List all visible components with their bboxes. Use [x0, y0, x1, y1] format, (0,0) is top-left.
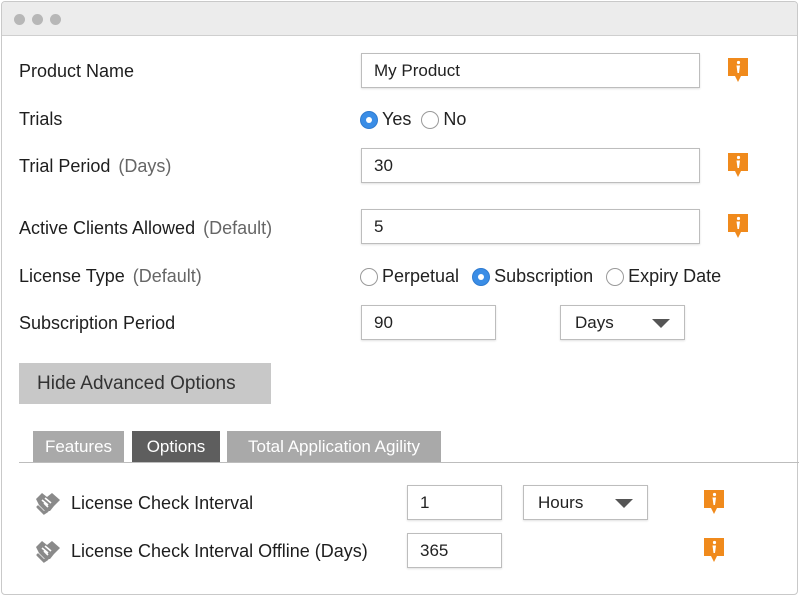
license-check-interval-input[interactable] [407, 485, 502, 520]
handshake-icon [36, 541, 60, 563]
info-icon[interactable] [727, 213, 749, 239]
license-check-interval-offline-label: License Check Interval Offline (Days) [71, 541, 368, 562]
chevron-down-icon [652, 319, 670, 328]
license-check-interval-offline-input[interactable] [407, 533, 502, 568]
radio-selected-icon [472, 267, 491, 286]
info-icon[interactable] [727, 152, 749, 178]
subscription-period-label-text: Subscription Period [19, 313, 176, 333]
radio-selected-icon [360, 110, 378, 129]
license-check-interval-unit-value: Hours [538, 492, 584, 512]
trials-radio-group: Yes No [360, 109, 466, 130]
active-clients-label: Active Clients Allowed (Default) [19, 218, 272, 239]
trials-yes-label: Yes [382, 109, 412, 129]
trial-period-label-text: Trial Period [19, 156, 111, 176]
info-icon[interactable] [703, 489, 725, 515]
active-clients-hint: (Default) [203, 218, 273, 238]
license-perpetual-label: Perpetual [382, 266, 460, 286]
license-expiry-radio[interactable]: Expiry Date [606, 266, 721, 287]
license-perpetual-radio[interactable]: Perpetual [360, 266, 459, 287]
tab-total-application-agility-label: Total Application Agility [248, 437, 420, 456]
product-name-input[interactable] [361, 53, 700, 88]
subscription-period-input[interactable] [361, 305, 496, 340]
license-type-label: License Type (Default) [19, 266, 202, 287]
trials-no-label: No [443, 109, 467, 129]
tab-features[interactable]: Features [33, 431, 124, 463]
license-check-interval-unit-select[interactable]: Hours [523, 485, 648, 520]
radio-unselected-icon [360, 267, 378, 286]
license-expiry-label: Expiry Date [628, 266, 722, 286]
license-check-interval-label: License Check Interval [71, 493, 253, 514]
handshake-icon [36, 493, 60, 515]
info-icon[interactable] [703, 537, 725, 563]
license-check-interval-label-text: License Check Interval [71, 493, 254, 513]
active-clients-input[interactable] [361, 209, 700, 244]
trials-no-radio[interactable]: No [421, 109, 466, 130]
active-clients-label-text: Active Clients Allowed [19, 218, 196, 238]
hide-advanced-options-button[interactable]: Hide Advanced Options [19, 363, 271, 404]
trial-period-label: Trial Period (Days) [19, 156, 171, 177]
title-bar [2, 2, 797, 36]
trial-period-input[interactable] [361, 148, 700, 183]
window-minimize-control[interactable] [32, 14, 43, 25]
window-close-control[interactable] [14, 14, 25, 25]
tab-options[interactable]: Options [132, 431, 220, 463]
chevron-down-icon [615, 499, 633, 508]
tab-features-label: Features [44, 437, 113, 456]
info-icon[interactable] [727, 57, 749, 83]
subscription-period-unit-value: Days [575, 312, 614, 332]
product-name-label: Product Name [19, 61, 134, 82]
radio-unselected-icon [421, 110, 440, 129]
tabs-divider [19, 462, 799, 463]
tab-total-application-agility[interactable]: Total Application Agility [227, 431, 441, 463]
trials-yes-radio[interactable]: Yes [360, 109, 411, 130]
trials-label: Trials [19, 109, 62, 130]
license-check-interval-offline-label-text: License Check Interval Offline (Days) [71, 541, 368, 561]
license-type-label-text: License Type [19, 266, 125, 286]
license-type-hint: (Default) [132, 266, 202, 286]
radio-unselected-icon [606, 267, 625, 286]
license-subscription-label: Subscription [494, 266, 594, 286]
trials-label-text: Trials [19, 109, 63, 129]
license-subscription-radio[interactable]: Subscription [472, 266, 593, 287]
window-zoom-control[interactable] [50, 14, 61, 25]
product-name-label-text: Product Name [19, 61, 135, 81]
tab-options-label: Options [146, 437, 206, 456]
trial-period-hint: (Days) [118, 156, 172, 176]
subscription-period-label: Subscription Period [19, 313, 175, 334]
license-type-radio-group: Perpetual Subscription Expiry Date [360, 266, 721, 287]
subscription-period-unit-select[interactable]: Days [560, 305, 685, 340]
